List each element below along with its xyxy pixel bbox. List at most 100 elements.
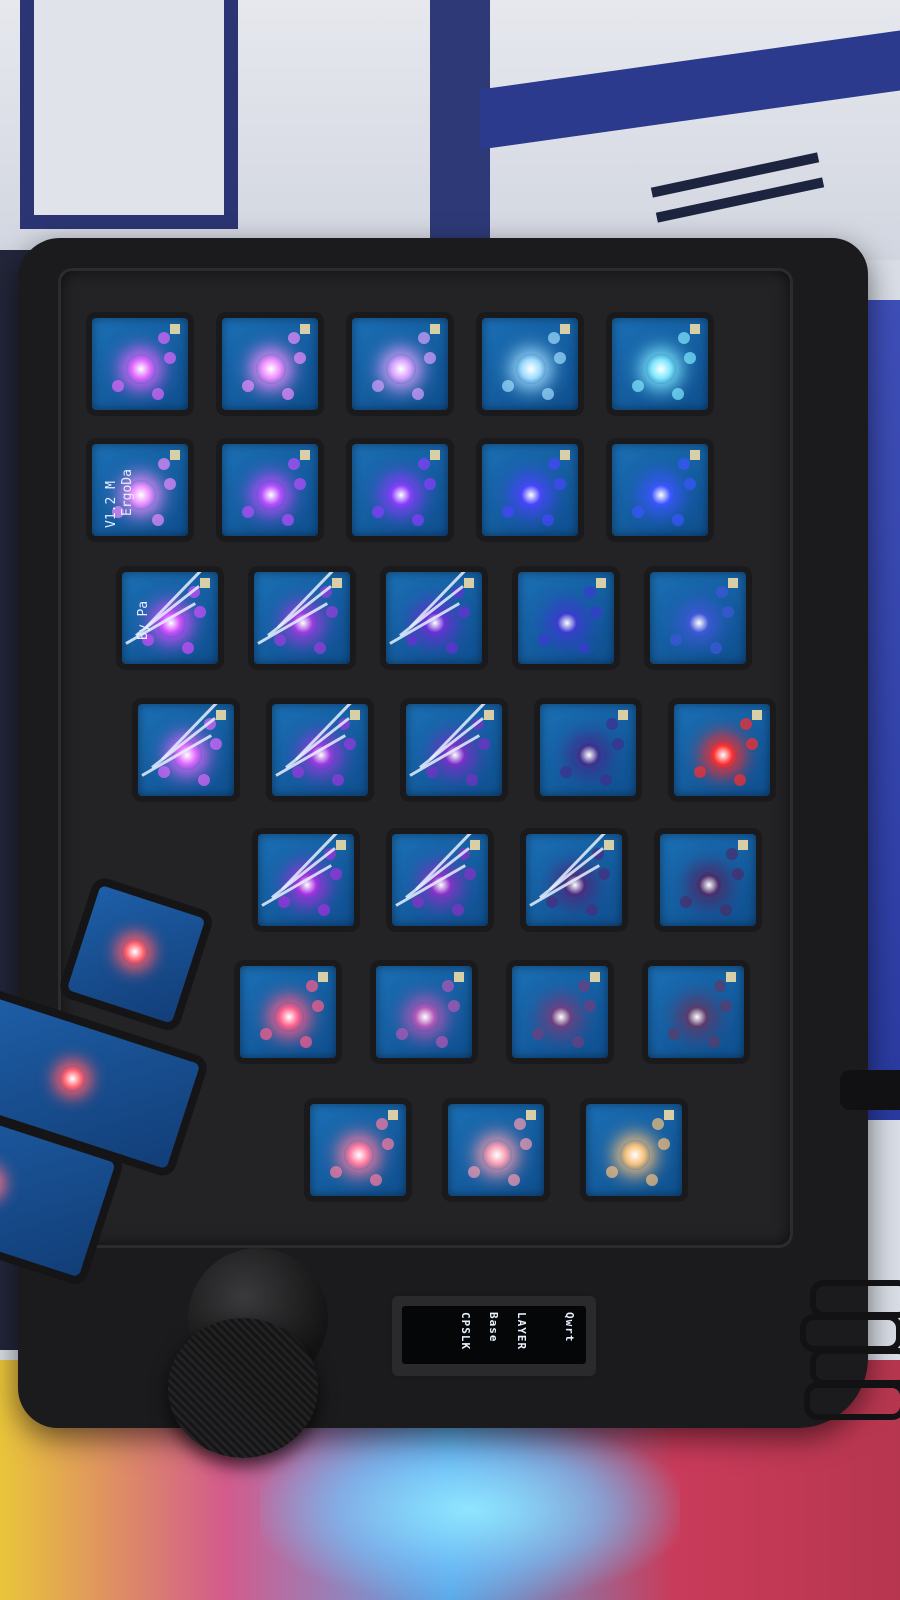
silkscreen-line-3: By Pa <box>136 600 151 640</box>
solder-pad <box>684 478 696 490</box>
solder-pad <box>182 642 194 654</box>
key-switch-socket[interactable] <box>448 1104 544 1196</box>
key-switch-socket[interactable] <box>518 572 614 664</box>
smd-component <box>560 324 570 334</box>
solder-pad <box>330 868 342 880</box>
solder-pad <box>710 642 722 654</box>
key-switch-socket[interactable] <box>92 318 188 410</box>
rgb-led <box>546 1002 576 1032</box>
smd-component <box>336 840 346 850</box>
solder-pad <box>714 980 726 992</box>
rgb-led <box>256 354 286 384</box>
solder-pad <box>112 380 124 392</box>
solder-pad <box>152 388 164 400</box>
braided-cable <box>790 1280 900 1430</box>
solder-pad <box>746 738 758 750</box>
solder-pad <box>412 896 424 908</box>
key-switch-socket[interactable] <box>352 444 448 536</box>
thumb-led-3 <box>0 1166 3 1200</box>
solder-pad <box>632 506 644 518</box>
key-switch-socket[interactable] <box>272 704 368 796</box>
solder-pad <box>708 1036 720 1048</box>
key-switch-socket[interactable] <box>612 444 708 536</box>
smd-component <box>484 710 494 720</box>
rgb-led <box>256 480 286 510</box>
key-switch-socket[interactable] <box>482 444 578 536</box>
solder-pad <box>606 718 618 730</box>
solder-pad <box>152 514 164 526</box>
key-switch-socket[interactable] <box>310 1104 406 1196</box>
solder-pad <box>670 634 682 646</box>
key-switch-socket[interactable] <box>540 704 636 796</box>
smd-component <box>170 450 180 460</box>
rgb-led <box>410 1002 440 1032</box>
solder-pad <box>734 774 746 786</box>
key-switch-socket[interactable] <box>254 572 350 664</box>
thumb-led-1 <box>118 935 152 969</box>
solder-pad <box>442 980 454 992</box>
cable-coil-4 <box>804 1382 900 1420</box>
rgb-led <box>682 1002 712 1032</box>
solder-pad <box>578 642 590 654</box>
key-switch-socket[interactable] <box>406 704 502 796</box>
solder-pad <box>158 766 170 778</box>
smd-component <box>170 324 180 334</box>
smd-component <box>200 578 210 588</box>
knob-cap[interactable] <box>168 1318 318 1458</box>
solder-pad <box>326 606 338 618</box>
rgb-led <box>386 480 416 510</box>
key-switch-socket[interactable] <box>660 834 756 926</box>
key-switch-socket[interactable] <box>482 318 578 410</box>
solder-pad <box>672 514 684 526</box>
rgb-led <box>684 608 714 638</box>
key-switch-socket[interactable] <box>138 704 234 796</box>
solder-pad <box>312 1000 324 1012</box>
key-switch-socket[interactable] <box>222 444 318 536</box>
key-switch-socket[interactable] <box>586 1104 682 1196</box>
solder-pad <box>514 1118 526 1130</box>
key-switch-socket[interactable] <box>386 572 482 664</box>
solder-pad <box>164 352 176 364</box>
solder-pad <box>242 380 254 392</box>
oled-line-2: LAYER <box>515 1312 528 1351</box>
solder-pad <box>652 1118 664 1130</box>
solder-pad <box>554 352 566 364</box>
solder-pad <box>332 774 344 786</box>
smd-component <box>430 324 440 334</box>
key-switch-socket[interactable] <box>376 966 472 1058</box>
solder-pad <box>318 904 330 916</box>
rgb-led <box>708 740 738 770</box>
solder-pad <box>306 980 318 992</box>
key-switch-socket[interactable] <box>648 966 744 1058</box>
key-switch-socket[interactable] <box>650 572 746 664</box>
oled-line-4: CPSLK <box>459 1312 472 1351</box>
rgb-led <box>344 1140 374 1170</box>
rgb-led <box>516 354 546 384</box>
solder-pad <box>282 388 294 400</box>
solder-pad <box>632 380 644 392</box>
key-switch-socket[interactable] <box>612 318 708 410</box>
rgb-led <box>620 1140 650 1170</box>
solder-pad <box>274 634 286 646</box>
solder-pad <box>720 1000 732 1012</box>
smd-component <box>664 1110 674 1120</box>
solder-pad <box>584 1000 596 1012</box>
solder-pad <box>330 1166 342 1178</box>
rotary-encoder-knob[interactable] <box>168 1248 328 1458</box>
key-switch-socket[interactable] <box>222 318 318 410</box>
solder-pad <box>572 1036 584 1048</box>
solder-pad <box>598 868 610 880</box>
smd-component <box>560 450 570 460</box>
key-switch-socket[interactable] <box>526 834 622 926</box>
solder-pad <box>418 332 430 344</box>
solder-pad <box>382 1138 394 1150</box>
rgb-led <box>646 480 676 510</box>
solder-pad <box>606 1166 618 1178</box>
key-switch-socket[interactable] <box>392 834 488 926</box>
solder-pad <box>466 774 478 786</box>
key-switch-socket[interactable] <box>352 318 448 410</box>
key-switch-socket[interactable] <box>512 966 608 1058</box>
key-switch-socket[interactable] <box>674 704 770 796</box>
key-switch-socket[interactable] <box>258 834 354 926</box>
smd-component <box>618 710 628 720</box>
